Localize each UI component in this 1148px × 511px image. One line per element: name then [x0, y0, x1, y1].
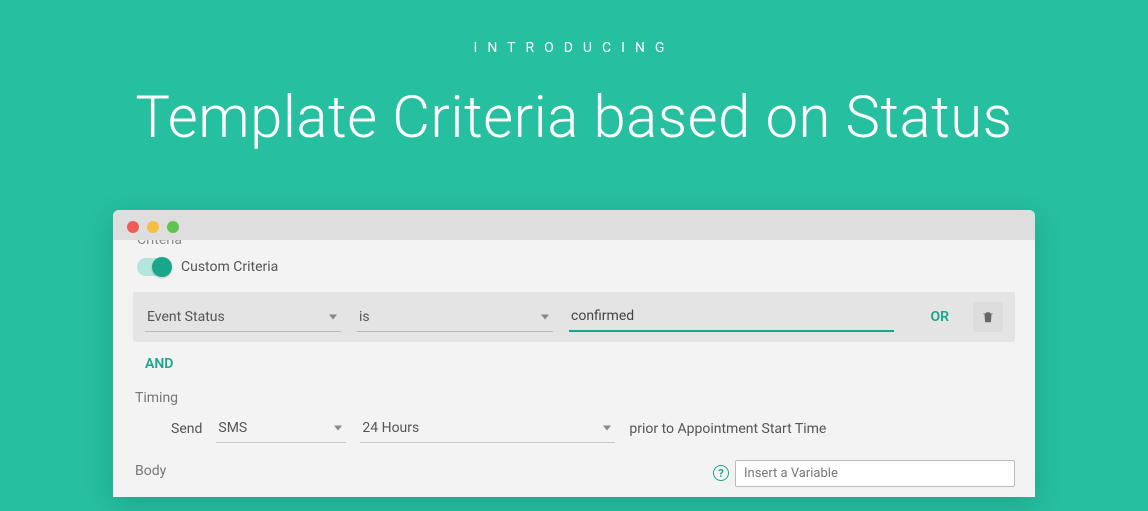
traffic-light-zoom[interactable]	[167, 221, 179, 233]
send-channel-select[interactable]: SMS	[216, 414, 346, 443]
hero-eyebrow: INTRODUCING	[0, 40, 1148, 56]
send-relative-label: prior to Appointment Start Time	[629, 421, 826, 437]
criteria-field-select[interactable]: Event Status	[145, 303, 341, 332]
send-channel-value: SMS	[218, 420, 247, 436]
criteria-operator-select[interactable]: is	[357, 303, 553, 332]
criteria-operator-value: is	[359, 309, 370, 325]
help-icon[interactable]: ?	[713, 465, 729, 481]
traffic-light-close[interactable]	[127, 221, 139, 233]
send-label: Send	[171, 421, 202, 437]
add-or-condition[interactable]: OR	[928, 305, 951, 329]
caret-down-icon	[334, 426, 342, 431]
hero-title: Template Criteria based on Status	[0, 84, 1148, 152]
window-titlebar	[113, 210, 1035, 244]
trash-icon	[981, 310, 995, 324]
send-offset-select[interactable]: 24 Hours	[360, 414, 615, 443]
insert-variable-select[interactable]: Insert a Variable	[735, 460, 1015, 487]
timing-section-label: Timing	[135, 390, 1015, 406]
add-and-condition[interactable]: AND	[145, 356, 173, 372]
criteria-field-value: Event Status	[147, 309, 225, 325]
send-offset-value: 24 Hours	[362, 420, 419, 436]
caret-down-icon	[541, 314, 549, 319]
criteria-row: Event Status is confirmed OR	[133, 292, 1015, 342]
app-window: Criteria Custom Criteria Event Status is…	[113, 210, 1035, 497]
criteria-section-label: Criteria	[137, 240, 1015, 250]
delete-criteria-button[interactable]	[973, 302, 1003, 332]
caret-down-icon	[603, 426, 611, 431]
traffic-light-minimize[interactable]	[147, 221, 159, 233]
custom-criteria-label: Custom Criteria	[181, 259, 278, 275]
insert-variable-placeholder: Insert a Variable	[744, 466, 838, 481]
custom-criteria-toggle[interactable]	[137, 258, 171, 276]
body-section-label: Body	[135, 463, 166, 479]
caret-down-icon	[329, 314, 337, 319]
criteria-value-select[interactable]: confirmed	[569, 302, 894, 332]
criteria-value-text: confirmed	[571, 308, 634, 324]
